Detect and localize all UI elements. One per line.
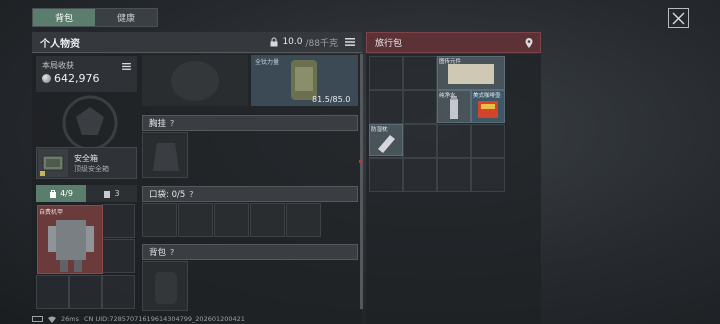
top-tab-bar: 背包 健康: [32, 8, 158, 27]
grid-cell[interactable]: [102, 239, 135, 273]
grid-cell[interactable]: [437, 124, 471, 158]
pockets-header: 口袋: 0/5 ?: [142, 186, 358, 202]
weight-readout: 10.0/88千克: [269, 36, 338, 49]
grid-cell[interactable]: [369, 158, 403, 192]
travel-bag-pin-button[interactable]: [522, 36, 536, 50]
pocket-slot[interactable]: [178, 203, 213, 237]
travel-bag-title: 旅行包: [375, 39, 403, 49]
grid-cell[interactable]: [102, 204, 135, 238]
chest-rig-icon: [153, 143, 179, 171]
close-icon: [672, 12, 685, 24]
grid-cell[interactable]: [102, 275, 135, 309]
grid-cell[interactable]: [36, 275, 69, 309]
earnings-detail-button[interactable]: [120, 60, 132, 72]
wifi-icon: [48, 316, 56, 323]
chest-rig-label: 胸挂: [149, 119, 167, 129]
earnings-amount: 642,976: [54, 72, 100, 85]
grid-cell[interactable]: [403, 124, 437, 158]
pocket-slot[interactable]: [250, 203, 285, 237]
exoskeleton-icon: [48, 220, 94, 272]
alert-dot: [359, 160, 362, 163]
box-icon: [104, 190, 111, 198]
grid-cell[interactable]: [471, 124, 505, 158]
water-label: 纯净水: [439, 93, 456, 99]
personal-supplies-header: 个人物资 10.0/88千克: [32, 32, 362, 53]
grid-cell[interactable]: [403, 158, 437, 192]
subtab-box-label: 3: [114, 189, 120, 198]
anti-moisture-label: 防湿枕: [371, 127, 388, 133]
grid-cell[interactable]: [437, 158, 471, 192]
uid-text: CN UID:7285707161961430479​9_20260120042…: [84, 315, 245, 323]
grid-cell[interactable]: [369, 56, 403, 90]
backpack-header: 背包 ?: [142, 244, 358, 260]
earnings-value: 642,976: [42, 72, 100, 85]
map-pin-icon: [525, 37, 533, 48]
travel-bag-header: 旅行包: [366, 32, 541, 53]
grid-cell[interactable]: [403, 90, 437, 124]
list-icon: [345, 38, 355, 46]
pockets-label: 口袋: 0/5: [149, 190, 186, 200]
ping-text: 26ms: [61, 315, 79, 323]
backpack-slot[interactable]: [142, 261, 188, 311]
weight-current: 10.0: [282, 37, 303, 47]
pockets-help-icon[interactable]: ?: [189, 190, 193, 199]
tab-backpack[interactable]: 背包: [33, 9, 95, 26]
chest-rig-header: 胸挂 ?: [142, 115, 358, 131]
helmet-icon: [171, 61, 219, 101]
panel-title: 个人物资: [40, 38, 80, 50]
sort-list-button[interactable]: [342, 34, 358, 50]
chest-rig-slot[interactable]: [142, 132, 188, 178]
safe-box-tier: 顶级安全箱: [74, 165, 109, 173]
body-armor-durability: 81.5/85.0: [312, 95, 351, 104]
chest-rig-help-icon[interactable]: ?: [170, 119, 174, 128]
coin-icon: [42, 74, 51, 83]
exoskeleton-label: 自费机甲: [39, 209, 64, 216]
subtab-backpack-label: 4/9: [60, 189, 73, 198]
image-transfer-label: 图传元件: [439, 59, 462, 65]
safe-box-image: [38, 149, 68, 177]
backpack-icon: [50, 189, 57, 198]
backpack-silhouette-icon: [155, 272, 177, 304]
grid-cell[interactable]: [403, 56, 437, 90]
helmet-slot[interactable]: [142, 55, 248, 106]
grid-cell[interactable]: [471, 158, 505, 192]
backpack-help-icon[interactable]: ?: [170, 248, 174, 257]
coffee-pot-label: 美式咖啡壶: [473, 93, 501, 99]
center-scrollbar[interactable]: [360, 54, 363, 309]
battery-icon: [32, 316, 43, 322]
pocket-slot[interactable]: [286, 203, 321, 237]
backpack-label: 背包: [149, 248, 167, 258]
grid-cell[interactable]: [69, 275, 102, 309]
pocket-slot[interactable]: [214, 203, 249, 237]
tab-health[interactable]: 健康: [95, 9, 157, 26]
list-icon: [121, 62, 131, 70]
subtab-box-count[interactable]: 3: [86, 185, 137, 202]
operator-silhouette: [62, 95, 118, 151]
earnings-label: 本局收获: [42, 61, 74, 70]
weight-lock-icon: [270, 37, 278, 47]
pocket-slot[interactable]: [142, 203, 177, 237]
body-armor-name: 全钛力量: [255, 59, 280, 66]
status-bar: 26ms CN UID:7285707161961430479​9_202601…: [32, 314, 245, 324]
subtab-backpack-count[interactable]: 4/9: [36, 185, 86, 202]
close-button[interactable]: [668, 8, 689, 28]
safe-box-name: 安全箱: [74, 154, 98, 163]
weight-max: /88千克: [305, 38, 339, 49]
grid-cell[interactable]: [369, 90, 403, 124]
safe-box-icon: [40, 155, 64, 176]
